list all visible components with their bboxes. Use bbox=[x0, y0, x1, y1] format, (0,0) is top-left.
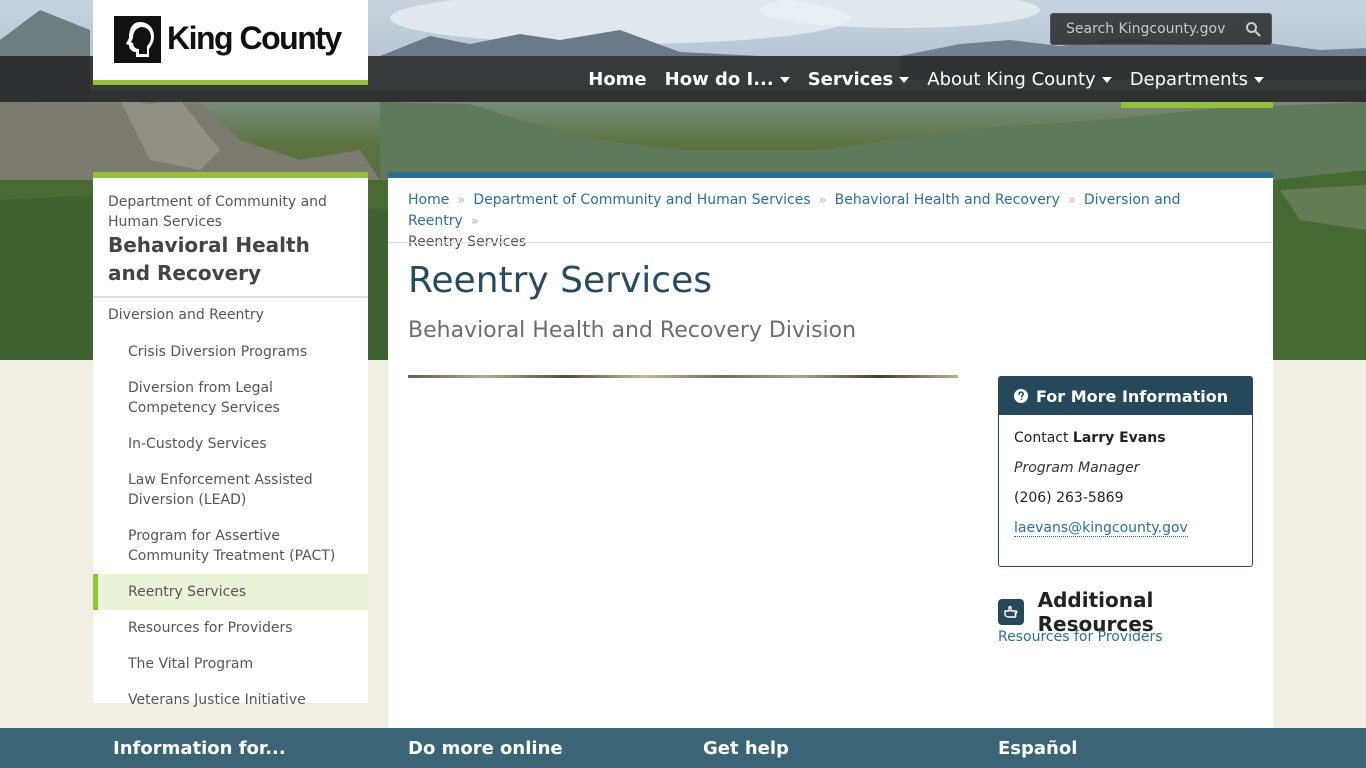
nav-about-king-county[interactable]: About King County bbox=[918, 56, 1120, 102]
for-more-information-box: For More Information Contact Larry Evans… bbox=[998, 376, 1253, 567]
nav-departments[interactable]: Departments bbox=[1120, 56, 1274, 108]
sidebar-item-pact[interactable]: Program for Assertive Community Treatmen… bbox=[93, 518, 368, 574]
sidebar-parent-link[interactable]: Department of Community and Human Servic… bbox=[108, 192, 358, 232]
question-circle-icon bbox=[1014, 389, 1028, 403]
breadcrumb-dchs[interactable]: Department of Community and Human Servic… bbox=[473, 192, 810, 208]
footer-espanol[interactable]: Español bbox=[998, 738, 1077, 759]
chevron-right-icon: » bbox=[818, 193, 827, 208]
main-nav: Home How do I... Services About King Cou… bbox=[579, 56, 1274, 108]
breadcrumb-bhr[interactable]: Behavioral Health and Recovery bbox=[835, 192, 1060, 208]
sidebar-item-reentry-services[interactable]: Reentry Services bbox=[93, 574, 368, 610]
breadcrumb-divider bbox=[388, 242, 1273, 243]
nav-home[interactable]: Home bbox=[579, 56, 655, 102]
sidebar-list: Crisis Diversion Programs Diversion from… bbox=[93, 334, 368, 718]
info-box-body: Contact Larry Evans Program Manager (206… bbox=[999, 415, 1252, 551]
footer: Information for... Do more online Get he… bbox=[0, 728, 1366, 768]
hand-pointer-icon bbox=[998, 599, 1024, 625]
content-image bbox=[408, 375, 958, 378]
contact-line: Contact Larry Evans bbox=[1014, 430, 1166, 446]
sidebar-divider bbox=[93, 296, 368, 298]
caret-down-icon bbox=[779, 77, 790, 83]
search-input[interactable] bbox=[1051, 14, 1241, 44]
sidebar-item-legal-competency[interactable]: Diversion from Legal Competency Services bbox=[93, 370, 368, 426]
caret-down-icon bbox=[1101, 77, 1112, 83]
breadcrumb-home[interactable]: Home bbox=[408, 192, 449, 208]
chevron-right-icon: » bbox=[470, 214, 479, 229]
sidebar-item-crisis-diversion[interactable]: Crisis Diversion Programs bbox=[93, 334, 368, 370]
info-box-header: For More Information bbox=[999, 377, 1252, 415]
section-sidebar: Department of Community and Human Servic… bbox=[93, 172, 368, 708]
nav-services[interactable]: Services bbox=[799, 56, 919, 102]
page-subtitle: Behavioral Health and Recovery Division bbox=[408, 318, 857, 343]
caret-down-icon bbox=[899, 77, 910, 83]
chevron-right-icon: » bbox=[457, 193, 466, 208]
logo-text: King County bbox=[167, 20, 342, 56]
contact-email-link[interactable]: laevans@kingcounty.gov bbox=[1014, 520, 1188, 537]
king-county-seal-icon bbox=[114, 16, 161, 63]
main-content: Home » Department of Community and Human S… bbox=[388, 172, 1273, 728]
resources-for-providers-link[interactable]: Resources for Providers bbox=[998, 629, 1163, 645]
search-box bbox=[1050, 13, 1272, 45]
caret-down-icon bbox=[1254, 77, 1264, 83]
sidebar-section-diversion-reentry[interactable]: Diversion and Reentry bbox=[108, 307, 264, 323]
contact-phone: (206) 263-5869 bbox=[1014, 490, 1124, 506]
contact-role: Program Manager bbox=[1014, 460, 1140, 476]
sidebar-item-resources-providers[interactable]: Resources for Providers bbox=[93, 610, 368, 646]
sidebar-title[interactable]: Behavioral Health and Recovery bbox=[108, 231, 358, 287]
footer-get-help[interactable]: Get help bbox=[703, 738, 789, 759]
king-county-logo-link[interactable]: King County bbox=[93, 0, 368, 85]
contact-name: Larry Evans bbox=[1072, 430, 1166, 446]
page-title: Reentry Services bbox=[408, 260, 712, 301]
sidebar-item-lead[interactable]: Law Enforcement Assisted Diversion (LEAD… bbox=[93, 462, 368, 518]
sidebar-item-vital-program[interactable]: The Vital Program bbox=[93, 646, 368, 682]
sidebar-item-in-custody[interactable]: In-Custody Services bbox=[93, 426, 368, 462]
footer-information-for[interactable]: Information for... bbox=[113, 738, 286, 759]
chevron-right-icon: » bbox=[1067, 193, 1076, 208]
sidebar-item-veterans-justice[interactable]: Veterans Justice Initiative bbox=[93, 682, 368, 718]
search-icon[interactable] bbox=[1245, 21, 1261, 37]
footer-do-more-online[interactable]: Do more online bbox=[408, 738, 563, 759]
nav-how-do-i[interactable]: How do I... bbox=[656, 56, 799, 102]
